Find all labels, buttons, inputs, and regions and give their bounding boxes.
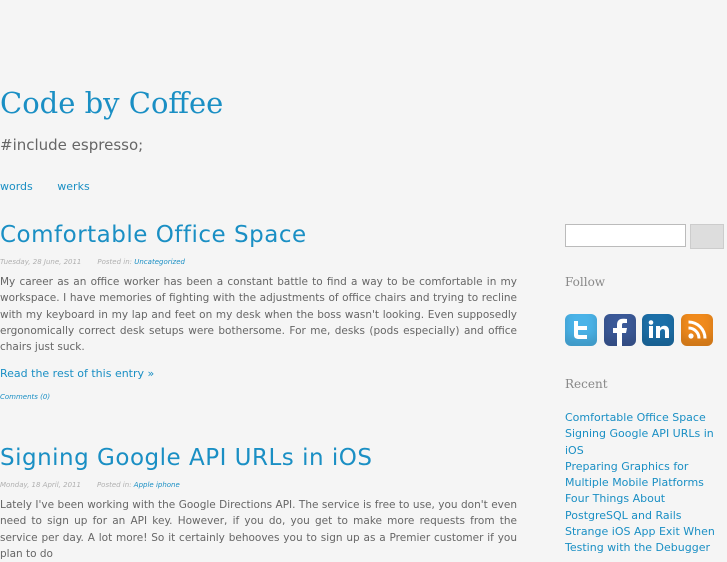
rss-icon[interactable] (680, 314, 713, 346)
recent-post-link[interactable]: Four Things About PostgreSQL and Rails (565, 492, 682, 521)
list-item: Four Things About PostgreSQL and Rails (565, 491, 727, 524)
post: Comfortable Office Space Tuesday, 28 Jun… (0, 222, 517, 401)
post-excerpt: Lately I've been working with the Google… (0, 499, 517, 560)
nav-item-words[interactable]: words (0, 180, 33, 193)
post-category-link[interactable]: Apple iphone (134, 481, 180, 489)
recent-post-link[interactable]: Preparing Graphics for Multiple Mobile P… (565, 460, 704, 489)
comments-link[interactable]: Comments (0) (0, 393, 50, 401)
recent-post-link[interactable]: Signing Google API URLs in iOS (565, 427, 714, 456)
follow-heading: Follow (565, 275, 606, 289)
post-category-link[interactable]: Uncategorized (134, 258, 185, 266)
list-item: Comfortable Office Space (565, 410, 727, 426)
recent-heading: Recent (565, 377, 608, 391)
search-button[interactable] (690, 224, 724, 249)
twitter-icon[interactable] (565, 314, 597, 346)
post-title[interactable]: Signing Google API URLs in iOS (0, 445, 372, 471)
post-meta: Monday, 18 April, 2011 Posted in: Apple i… (0, 481, 517, 489)
post-date: Monday, 18 April, 2011 (0, 481, 81, 489)
post-excerpt: My career as an office worker has been a… (0, 276, 517, 354)
posted-in-label: Posted in: (97, 258, 133, 266)
post-date: Tuesday, 28 June, 2011 (0, 258, 82, 266)
list-item: Preparing Graphics for Multiple Mobile P… (565, 459, 727, 492)
post-meta: Tuesday, 28 June, 2011 Posted in: Uncateg… (0, 258, 517, 266)
nav-item-werks[interactable]: werks (57, 180, 89, 193)
search-input[interactable] (565, 224, 686, 247)
list-item: Signing Google API URLs in iOS (565, 426, 727, 459)
read-more-link[interactable]: Read the rest of this entry » (0, 367, 154, 380)
posted-in-label: Posted in: (96, 481, 132, 489)
recent-post-link[interactable]: Comfortable Office Space (565, 411, 706, 424)
post-title[interactable]: Comfortable Office Space (0, 222, 307, 248)
site-title[interactable]: Code by Coffee (0, 86, 223, 120)
facebook-icon[interactable] (603, 314, 636, 346)
list-item: Strange iOS App Exit When Testing with t… (565, 524, 727, 557)
site-tagline: #include espresso; (0, 136, 144, 154)
recent-posts-list: Comfortable Office Space Signing Google … (565, 410, 727, 557)
linkedin-icon[interactable] (642, 314, 675, 346)
post: Signing Google API URLs in iOS Monday, 1… (0, 445, 517, 562)
recent-post-link[interactable]: Strange iOS App Exit When Testing with t… (565, 525, 715, 554)
social-icons (565, 314, 714, 346)
main-nav: words werks (0, 180, 111, 193)
